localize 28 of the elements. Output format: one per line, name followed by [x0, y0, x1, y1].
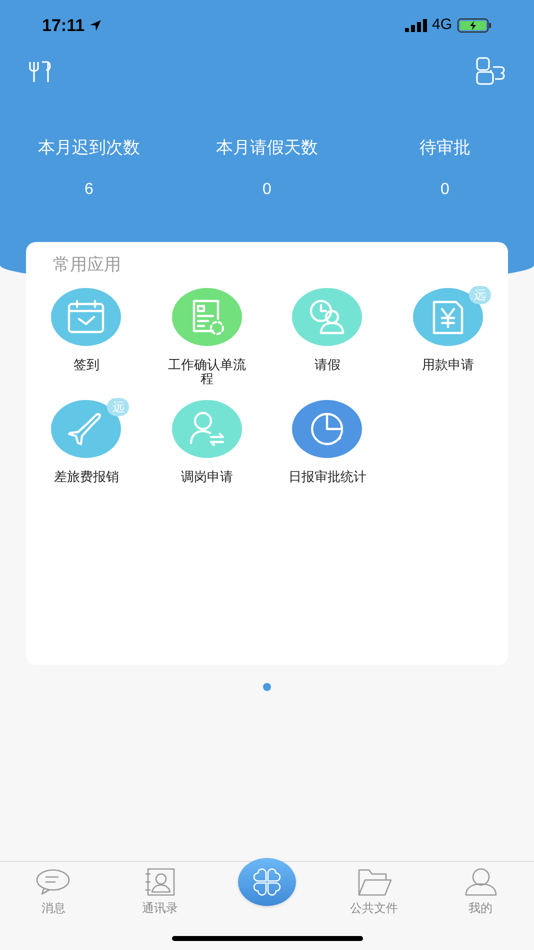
card-title: 常用应用 — [52, 254, 122, 276]
stat-label: 本月迟到次数 — [38, 137, 140, 159]
center-button[interactable] — [238, 858, 296, 906]
badge: 远 — [107, 398, 130, 416]
app-shortcut[interactable]: 签到 — [26, 288, 146, 388]
app-shortcut[interactable]: 日报审批统计 — [267, 400, 388, 500]
stat-label: 待审批 — [420, 137, 470, 159]
app-shortcut[interactable]: 远 差旅费报销 — [26, 400, 146, 500]
badge: 远 — [468, 286, 491, 304]
folder-icon — [356, 868, 392, 896]
stat-value: 0 — [440, 180, 450, 200]
fork-knife-icon[interactable] — [28, 59, 52, 83]
signal-icon — [404, 19, 427, 32]
battery-charging-icon — [457, 18, 492, 33]
stat-label: 本月请假天数 — [216, 137, 318, 159]
person-icon — [462, 868, 499, 896]
location-arrow-icon — [88, 19, 102, 32]
app-shortcut[interactable]: 工作确认单流程 — [146, 288, 267, 388]
status-time: 17:11 — [42, 14, 85, 37]
app-shortcut[interactable]: 远 用款申请 — [388, 288, 508, 388]
scan-icon[interactable] — [476, 57, 506, 85]
network-label: 4G — [432, 15, 452, 36]
clover-icon — [252, 867, 282, 897]
chat-bubble-icon — [35, 868, 72, 896]
app-shortcut[interactable]: 请假 — [267, 288, 388, 388]
stat-value: 6 — [84, 180, 94, 200]
stat-value: 0 — [262, 180, 272, 200]
app-shortcut[interactable]: 调岗申请 — [146, 400, 267, 500]
